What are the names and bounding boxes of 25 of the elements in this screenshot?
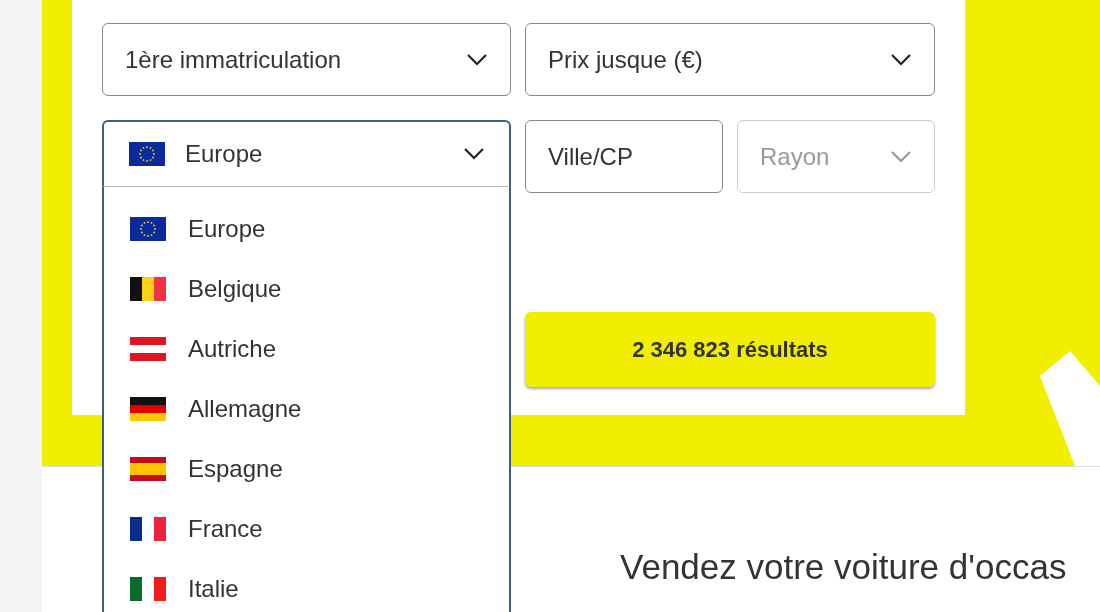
country-select[interactable]: Europe — [102, 120, 511, 187]
dropdown-option[interactable]: Autriche — [104, 319, 509, 379]
chevron-down-icon — [463, 147, 485, 161]
select-field[interactable]: 1ère immatriculation — [102, 23, 511, 96]
flag-icon — [129, 142, 165, 166]
select-field[interactable]: Prix jusque (€) — [525, 23, 935, 96]
dropdown-option[interactable]: Allemagne — [104, 379, 509, 439]
dropdown-option[interactable]: Europe — [104, 199, 509, 259]
flag-icon — [130, 217, 166, 241]
chevron-down-icon — [466, 52, 488, 67]
dropdown-option[interactable]: Italie — [104, 559, 509, 612]
results-button[interactable]: 2 346 823 résultats — [525, 312, 935, 387]
flag-icon — [130, 517, 166, 541]
chevron-down-icon — [890, 52, 912, 67]
section-heading: Vendez votre voiture d'occas — [620, 547, 1068, 587]
flag-icon — [130, 577, 166, 601]
flag-icon — [130, 457, 166, 481]
flag-icon — [130, 337, 166, 361]
chevron-down-icon — [890, 149, 912, 164]
flag-icon — [130, 277, 166, 301]
dropdown-option[interactable]: France — [104, 499, 509, 559]
dropdown-option[interactable]: Belgique — [104, 259, 509, 319]
dropdown-option[interactable]: Espagne — [104, 439, 509, 499]
flag-icon — [130, 397, 166, 421]
city-input[interactable]: Ville/CP — [525, 120, 723, 193]
